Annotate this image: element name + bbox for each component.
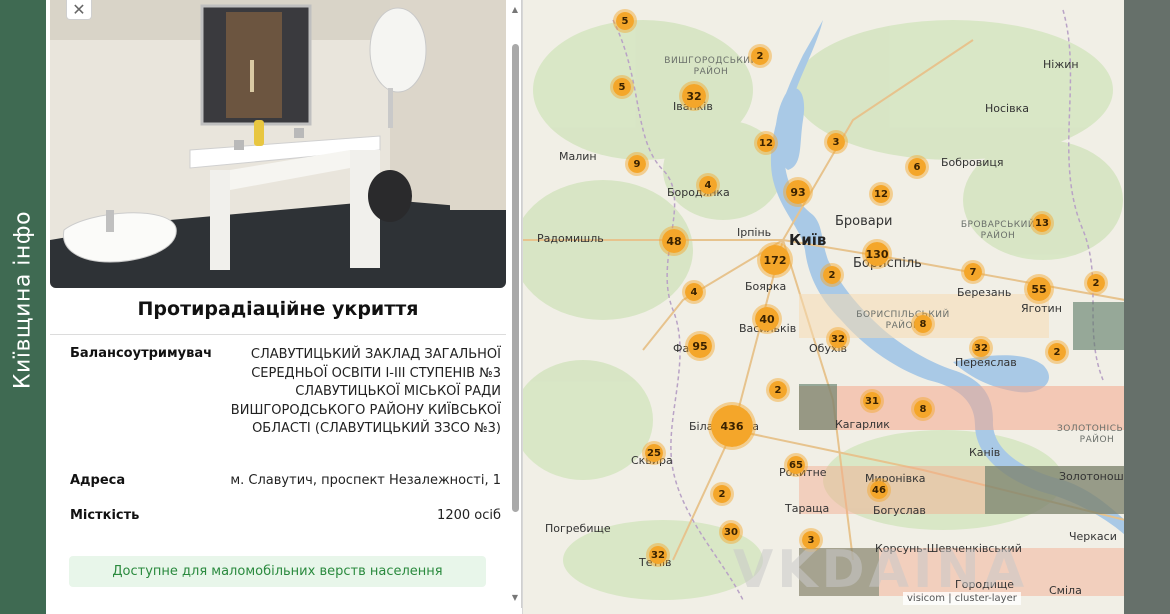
place-label-kyiv: Київ	[789, 231, 827, 249]
brand-name: Київщина інфо	[10, 210, 36, 390]
close-popup-button[interactable]: ✕	[66, 0, 92, 20]
shelter-cluster-marker[interactable]: 6	[905, 155, 929, 179]
shelter-cluster-marker[interactable]: 436	[708, 402, 756, 450]
shelter-cluster-marker[interactable]: 5	[613, 9, 637, 33]
district-label: ЗОЛОТОНІСЬКИЙ РАЙОН	[1057, 424, 1124, 445]
capacity-label: Місткість	[70, 508, 140, 523]
place-label: Ніжин	[1043, 58, 1079, 71]
place-label: Бровари	[835, 214, 893, 229]
scroll-thumb[interactable]	[512, 44, 519, 512]
map-overlay	[799, 384, 837, 430]
place-label: Погребище	[545, 522, 611, 535]
shelter-cluster-marker[interactable]: 40	[752, 304, 782, 334]
shelter-cluster-marker[interactable]: 3	[824, 130, 848, 154]
place-label: Кагарлик	[835, 418, 890, 431]
shelter-cluster-marker[interactable]: 130	[862, 239, 892, 269]
shelter-cluster-marker[interactable]: 172	[757, 242, 793, 278]
shelter-cluster-marker[interactable]: 2	[820, 263, 844, 287]
shelter-cluster-marker[interactable]: 2	[766, 378, 790, 402]
shelter-cluster-marker[interactable]: 32	[679, 81, 709, 111]
map-view[interactable]: Ніжин Носівка Малин Іванків Бородянка Бо…	[522, 0, 1124, 614]
capacity-value: 1200 осіб	[437, 508, 501, 523]
district-label: ВИШГОРОДСЬКИЙ РАЙОН	[664, 56, 758, 77]
shelter-cluster-marker[interactable]: 93	[783, 177, 813, 207]
shelter-cluster-marker[interactable]: 32	[826, 327, 850, 351]
scroll-up-icon[interactable]: ▲	[509, 4, 521, 16]
shelter-cluster-marker[interactable]: 4	[696, 173, 720, 197]
shelter-cluster-marker[interactable]: 13	[1030, 211, 1054, 235]
shelter-cluster-marker[interactable]: 46	[867, 478, 891, 502]
place-label: Малин	[559, 150, 597, 163]
place-label: Золотоноша	[1059, 470, 1124, 483]
right-edge-band	[1124, 0, 1170, 614]
map-attribution[interactable]: visicom | cluster-layer	[903, 592, 1021, 605]
shelter-cluster-marker[interactable]: 7	[961, 260, 985, 284]
map-overlay	[1073, 302, 1124, 350]
district-label: БОРИСПІЛЬСЬКИЙ РАЙОН	[856, 310, 950, 331]
accessibility-badge: Доступне для маломобільних верств населе…	[69, 556, 486, 587]
shelter-cluster-marker[interactable]: 8	[911, 397, 935, 421]
scroll-down-icon[interactable]: ▼	[509, 592, 521, 604]
shelter-cluster-marker[interactable]: 31	[860, 389, 884, 413]
address-value: м. Славутич, проспект Незалежності, 1	[230, 473, 501, 488]
place-label: Тараща	[785, 502, 830, 515]
shelter-cluster-marker[interactable]: 2	[1045, 340, 1069, 364]
owner-label: Балансоутримувач	[70, 346, 213, 361]
popup-scrollbar[interactable]: ▲ ▼	[509, 4, 521, 604]
shelter-cluster-marker[interactable]: 9	[625, 152, 649, 176]
shelter-cluster-marker[interactable]: 65	[784, 453, 808, 477]
shelter-info-popup: ✕ Протирадіаційне укриття Балансоутримув…	[50, 0, 522, 608]
shelter-cluster-marker[interactable]: 48	[659, 226, 689, 256]
place-label: Березань	[957, 286, 1012, 299]
shelter-cluster-marker[interactable]: 5	[610, 75, 634, 99]
shelter-cluster-marker[interactable]: 8	[911, 312, 935, 336]
divider	[50, 334, 506, 335]
shelter-cluster-marker[interactable]: 4	[682, 280, 706, 304]
shelter-cluster-marker[interactable]: 32	[969, 336, 993, 360]
owner-value: СЛАВУТИЦЬКИЙ ЗАКЛАД ЗАГАЛЬНОЇ СЕРЕДНЬОЇ …	[230, 347, 501, 436]
shelter-cluster-marker[interactable]: 2	[1084, 271, 1108, 295]
place-label: Яготин	[1021, 302, 1062, 315]
place-label: Боярка	[745, 280, 787, 293]
map-watermark: VKDAINA	[733, 540, 1029, 600]
shelter-cluster-marker[interactable]: 55	[1024, 274, 1054, 304]
place-label: Богуслав	[873, 504, 926, 517]
place-label: Черкаси	[1069, 530, 1117, 543]
place-label: Канів	[969, 446, 1001, 459]
address-label: Адреса	[70, 473, 126, 488]
shelter-cluster-marker[interactable]: 12	[869, 182, 893, 206]
close-icon: ✕	[72, 0, 86, 19]
place-label: Ірпінь	[737, 226, 772, 239]
shelter-cluster-marker[interactable]: 95	[685, 331, 715, 361]
shelter-photo	[50, 0, 506, 288]
place-label: Сміла	[1049, 584, 1082, 597]
shelter-photo-illustration	[50, 0, 506, 288]
shelter-cluster-marker[interactable]: 12	[754, 131, 778, 155]
place-label: Носівка	[985, 102, 1029, 115]
shelter-cluster-marker[interactable]: 32	[646, 543, 670, 567]
shelter-cluster-marker[interactable]: 2	[748, 44, 772, 68]
place-label: Бобровиця	[941, 156, 1004, 169]
shelter-cluster-marker[interactable]: 25	[642, 441, 666, 465]
shelter-title: Протирадіаційне укриття	[137, 298, 419, 320]
place-label: Радомишль	[537, 232, 604, 245]
shelter-cluster-marker[interactable]: 2	[710, 482, 734, 506]
brand-logo: Київщина інфо	[0, 0, 46, 614]
